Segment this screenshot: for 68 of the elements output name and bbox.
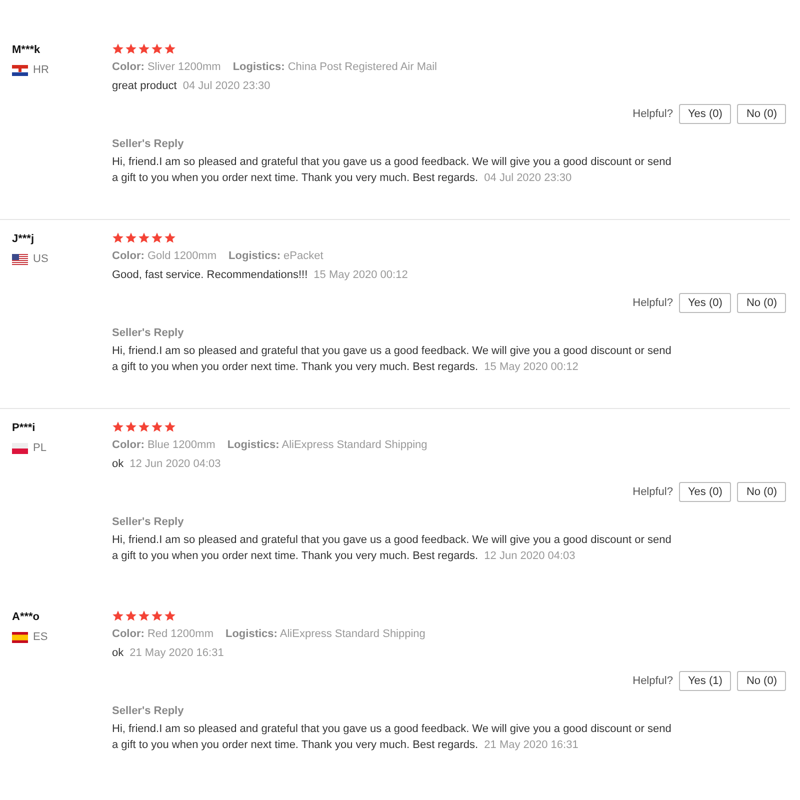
yes-button[interactable]: Yes (0) — [678, 293, 732, 313]
star-icon — [112, 232, 124, 244]
star-icon — [164, 43, 176, 55]
review-date: 04 Jul 2020 23:30 — [182, 80, 270, 92]
star-icon — [112, 610, 124, 622]
star-icon — [164, 232, 176, 244]
reply-title: Seller's Reply — [112, 516, 184, 528]
seller-reply: Hi, friend.I am so pleased and grateful that you gave us a good feedback. We will give you a good discount or send a gift to you when you order next time. Thank you very much. Best regards. 21 May 2020 16:31 — [112, 722, 672, 753]
reviewer-name: M***k — [12, 44, 40, 56]
yes-button[interactable]: Yes (1) — [678, 671, 732, 691]
reply-title: Seller's Reply — [112, 705, 184, 717]
star-icon — [125, 421, 137, 433]
star-icon — [138, 43, 150, 55]
star-icon — [138, 232, 150, 244]
reply-title: Seller's Reply — [112, 138, 184, 150]
country-code: ES — [33, 631, 48, 643]
star-icon — [151, 610, 163, 622]
color-info: Color: Blue 1200mm — [112, 439, 216, 451]
flag-icon — [12, 442, 28, 454]
logistics-info: Logistics: China Post Registered Air Mail — [232, 61, 437, 73]
star-icon — [112, 421, 124, 433]
seller-reply: Hi, friend.I am so pleased and grateful that you gave us a good feedback. We will give you a good discount or send a gift to you when you order next time. Thank you very much. Best regards. 12 Jun 2020 04:03 — [112, 533, 672, 564]
star-icon — [138, 610, 150, 622]
review-date: 21 May 2020 16:31 — [130, 647, 224, 659]
star-icon — [125, 232, 137, 244]
no-button[interactable]: No (0) — [737, 482, 786, 502]
review-text: ok — [112, 458, 124, 470]
no-button[interactable]: No (0) — [737, 293, 786, 313]
color-info: Color: Sliver 1200mm — [112, 61, 221, 73]
reply-title: Seller's Reply — [112, 327, 184, 339]
star-icon — [125, 43, 137, 55]
flag-icon — [12, 64, 28, 76]
no-button[interactable]: No (0) — [737, 671, 786, 691]
reviewer-name: P***i — [12, 422, 36, 434]
review-date: 12 Jun 2020 04:03 — [130, 458, 221, 470]
logistics-info: Logistics: AliExpress Standard Shipping — [227, 439, 428, 451]
logistics-info: Logistics: ePacket — [228, 250, 324, 262]
logistics-info: Logistics: AliExpress Standard Shipping — [225, 628, 426, 640]
country-code: HR — [33, 64, 49, 76]
review-text: great product — [112, 80, 177, 92]
star-icon — [151, 43, 163, 55]
seller-reply: Hi, friend.I am so pleased and grateful that you gave us a good feedback. We will give you a good discount or send a gift to you when you order next time. Thank you very much. Best regards. 15 May 2020 00:12 — [112, 344, 672, 375]
helpful-label: Helpful? — [632, 297, 673, 309]
yes-button[interactable]: Yes (0) — [678, 104, 732, 124]
reviewer-name: A***o — [12, 611, 40, 623]
star-icon — [164, 610, 176, 622]
star-icon — [125, 610, 137, 622]
no-button[interactable]: No (0) — [737, 104, 786, 124]
review-date: 15 May 2020 00:12 — [314, 269, 408, 281]
flag-icon — [12, 254, 28, 264]
country-code: PL — [33, 442, 46, 454]
star-icon — [138, 421, 150, 433]
star-icon — [151, 421, 163, 433]
helpful-label: Helpful? — [632, 108, 673, 120]
color-info: Color: Red 1200mm — [112, 628, 214, 640]
star-icon — [151, 232, 163, 244]
yes-button[interactable]: Yes (0) — [678, 482, 732, 502]
star-icon — [112, 43, 124, 55]
country-code: US — [33, 253, 48, 265]
review-text: Good, fast service. Recommendations!!! — [112, 269, 308, 281]
color-info: Color: Gold 1200mm — [112, 250, 217, 262]
reviewer-name: J***j — [12, 233, 34, 245]
star-icon — [164, 421, 176, 433]
seller-reply: Hi, friend.I am so pleased and grateful that you gave us a good feedback. We will give you a good discount or send a gift to you when you order next time. Thank you very much. Best regards. 04 Jul 2020 23:30 — [112, 155, 672, 186]
review-text: ok — [112, 647, 124, 659]
helpful-label: Helpful? — [632, 486, 673, 498]
flag-icon — [12, 632, 28, 642]
helpful-label: Helpful? — [632, 675, 673, 687]
